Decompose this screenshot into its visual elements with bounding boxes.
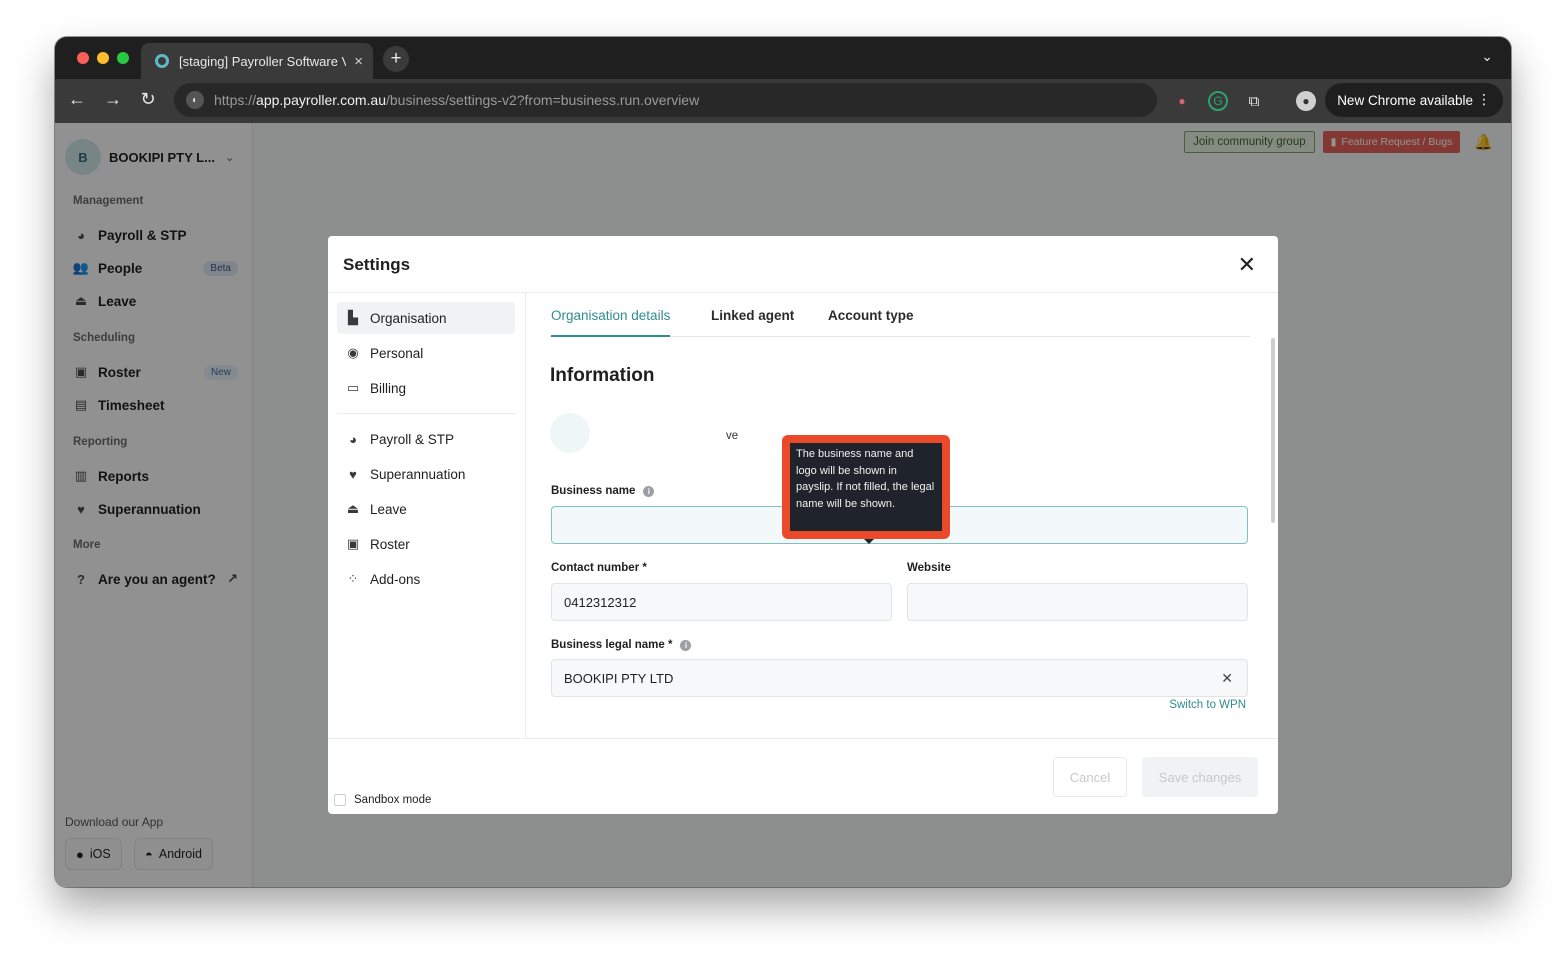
tab-bar: [staging] Payroller Software V × + ⌄ bbox=[55, 37, 1511, 79]
modal-scrollbar[interactable] bbox=[1271, 338, 1275, 523]
cancel-button[interactable]: Cancel bbox=[1053, 757, 1127, 797]
legal-name-value: BOOKIPI PTY LTD bbox=[564, 670, 674, 686]
settings-item-label: Payroll & STP bbox=[370, 431, 455, 447]
settings-item-label: Add-ons bbox=[370, 571, 421, 587]
settings-item-label: Billing bbox=[370, 380, 407, 396]
url-text: https://app.payroller.com.au/business/se… bbox=[214, 92, 700, 108]
new-tab-button[interactable]: + bbox=[383, 46, 409, 72]
logo-upload[interactable] bbox=[550, 413, 590, 453]
settings-tabs: Organisation details Linked agent Accoun… bbox=[550, 293, 1250, 337]
close-window-button[interactable] bbox=[77, 52, 89, 64]
tab-search-chevron-icon[interactable]: ⌄ bbox=[1481, 48, 1493, 65]
sandbox-mode-toggle[interactable]: Sandbox mode bbox=[334, 794, 431, 806]
section-heading: Information bbox=[550, 365, 655, 386]
settings-item-personal[interactable]: ◉ Personal bbox=[337, 337, 515, 369]
building-icon: ▙ bbox=[348, 310, 358, 325]
forward-arrow-icon[interactable]: → bbox=[101, 89, 125, 110]
info-icon[interactable]: i bbox=[643, 485, 655, 497]
settings-modal: Settings ✕ ▙ Organisation ◉ Personal ▭ Bill… bbox=[328, 236, 1278, 814]
grid-icon: ⁘ bbox=[347, 571, 359, 586]
payroll-icon: ◕ bbox=[349, 431, 357, 447]
business-name-label-text: Business name bbox=[551, 485, 636, 497]
tab-close-icon[interactable]: × bbox=[354, 53, 363, 70]
legal-name-label: Business legal name * i bbox=[551, 639, 692, 651]
save-changes-button[interactable]: Save changes bbox=[1142, 757, 1258, 797]
user-circle-icon: ◉ bbox=[347, 345, 359, 360]
business-name-tooltip: The business name and logo will be shown… bbox=[790, 443, 942, 531]
site-info-icon[interactable]: ◐ bbox=[186, 91, 204, 109]
settings-item-label: Leave bbox=[370, 501, 407, 517]
sandbox-checkbox[interactable] bbox=[334, 794, 346, 806]
settings-item-addons[interactable]: ⁘ Add-ons bbox=[337, 563, 515, 595]
logo-remove-text[interactable]: ve bbox=[726, 430, 738, 442]
back-arrow-icon[interactable]: ← bbox=[65, 89, 89, 110]
switch-to-wpn-link[interactable]: Switch to WPN bbox=[1169, 699, 1246, 711]
extensions-puzzle-icon[interactable]: ⧉ bbox=[1244, 91, 1264, 111]
website-label: Website bbox=[907, 562, 951, 574]
contact-number-input[interactable]: 0412312312 bbox=[551, 583, 892, 621]
window-controls bbox=[77, 52, 129, 64]
calendar-icon: ▣ bbox=[346, 536, 360, 551]
settings-content: Organisation details Linked agent Accoun… bbox=[550, 293, 1250, 738]
settings-item-organisation[interactable]: ▙ Organisation bbox=[337, 302, 515, 334]
contact-number-label: Contact number * bbox=[551, 562, 647, 574]
settings-item-billing[interactable]: ▭ Billing bbox=[337, 372, 515, 404]
settings-item-label: Superannuation bbox=[370, 466, 466, 482]
extension-bell-icon[interactable]: ● bbox=[1172, 91, 1192, 111]
browser-window: [staging] Payroller Software V × + ⌄ ← →… bbox=[55, 37, 1511, 887]
modal-footer: Sandbox mode Cancel Save changes bbox=[328, 738, 1278, 814]
more-menu-icon[interactable]: ⋮ bbox=[1477, 91, 1491, 108]
payroller-favicon-icon bbox=[155, 54, 169, 68]
tooltip-arrow bbox=[864, 539, 874, 544]
leave-briefcase-icon: ⏏ bbox=[346, 501, 360, 516]
piggy-bank-icon: ♥ bbox=[349, 466, 357, 482]
settings-item-roster[interactable]: ▣ Roster bbox=[337, 528, 515, 560]
address-bar[interactable]: ◐ https://app.payroller.com.au/business/… bbox=[174, 83, 1157, 117]
close-icon[interactable]: ✕ bbox=[1238, 252, 1256, 278]
settings-item-label: Organisation bbox=[370, 310, 447, 326]
divider bbox=[337, 413, 517, 414]
tab-linked-agent[interactable]: Linked agent bbox=[711, 308, 794, 323]
legal-name-label-text: Business legal name * bbox=[551, 639, 673, 651]
grammarly-icon[interactable]: G bbox=[1208, 91, 1228, 111]
tab-account-type[interactable]: Account type bbox=[828, 308, 914, 323]
business-name-label: Business name i bbox=[551, 485, 655, 497]
browser-toolbar: ← → ↻ ◐ https://app.payroller.com.au/bus… bbox=[55, 79, 1511, 123]
website-input[interactable] bbox=[907, 583, 1248, 621]
modal-title: Settings bbox=[343, 255, 411, 274]
settings-item-label: Personal bbox=[370, 345, 424, 361]
minimize-window-button[interactable] bbox=[97, 52, 109, 64]
settings-item-label: Roster bbox=[370, 536, 410, 552]
modal-header: Settings ✕ bbox=[328, 236, 1278, 293]
reload-icon[interactable]: ↻ bbox=[136, 89, 160, 110]
browser-tab[interactable]: [staging] Payroller Software V × bbox=[141, 43, 373, 79]
settings-item-superannuation[interactable]: ♥ Superannuation bbox=[337, 458, 515, 490]
settings-item-leave[interactable]: ⏏ Leave bbox=[337, 493, 515, 525]
new-chrome-label: New Chrome available bbox=[1337, 92, 1473, 108]
settings-item-payroll[interactable]: ◕ Payroll & STP bbox=[337, 423, 515, 455]
tab-organisation-details[interactable]: Organisation details bbox=[551, 308, 671, 337]
tab-title: [staging] Payroller Software V bbox=[179, 53, 347, 69]
profile-avatar-icon[interactable]: ● bbox=[1296, 91, 1316, 111]
info-icon[interactable]: i bbox=[680, 639, 692, 651]
settings-sidebar: ▙ Organisation ◉ Personal ▭ Billing ◕ Payrol… bbox=[328, 293, 526, 738]
clear-icon[interactable]: ✕ bbox=[1221, 670, 1233, 687]
maximize-window-button[interactable] bbox=[117, 52, 129, 64]
legal-name-input[interactable]: BOOKIPI PTY LTD ✕ bbox=[551, 659, 1248, 697]
app-page: B BOOKIPI PTY L... ⌄ Management ◕ Payroll… bbox=[55, 123, 1511, 887]
new-chrome-available-button[interactable]: New Chrome available ⋮ bbox=[1325, 83, 1503, 117]
tooltip-highlight: The business name and logo will be shown… bbox=[782, 435, 950, 544]
credit-card-icon: ▭ bbox=[346, 380, 360, 395]
sandbox-label: Sandbox mode bbox=[354, 794, 432, 806]
